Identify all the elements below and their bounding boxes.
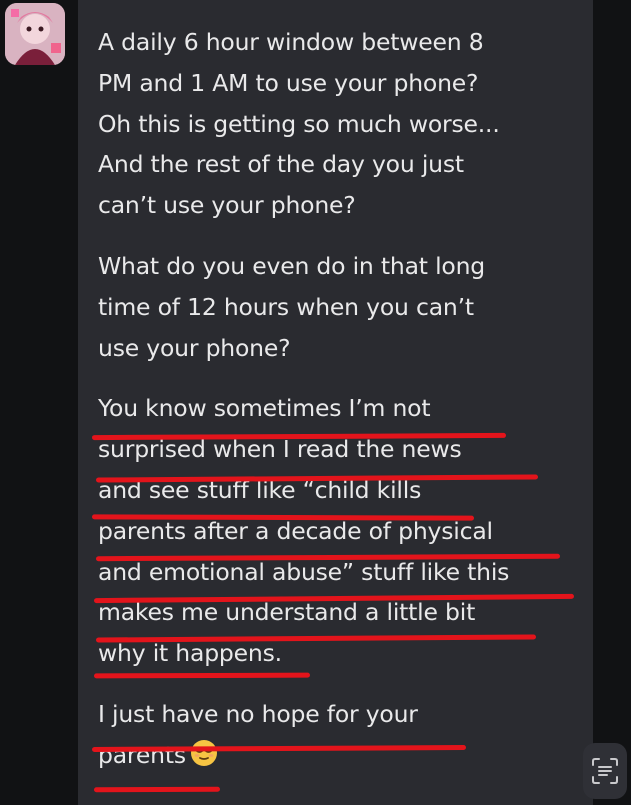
- message-line: time of 12 hours when you can’t: [98, 292, 474, 321]
- avatar[interactable]: [5, 3, 65, 65]
- message-line: I just have no hope for your: [98, 699, 418, 728]
- message-line: You know sometimes I’m not: [98, 394, 431, 423]
- message-paragraph: You know sometimes I’m not surprised whe…: [98, 388, 578, 674]
- message-line: can’t use your phone?: [98, 191, 356, 220]
- message-line-with-emoji: parents: [98, 735, 578, 776]
- relieved-face-icon: [190, 739, 217, 766]
- message-line: What do you even do in that long: [98, 251, 485, 280]
- message-line: use your phone?: [98, 333, 291, 362]
- message-line: PM and 1 AM to use your phone?: [98, 68, 479, 97]
- underline-mark: [93, 786, 221, 793]
- message-line: And the rest of the day you just: [98, 150, 464, 179]
- scan-text-button[interactable]: [583, 743, 627, 799]
- message-paragraph: What do you even do in that long time of…: [98, 246, 578, 368]
- chat-screen: A daily 6 hour window between 8 PM and 1…: [0, 0, 631, 805]
- avatar-image: [5, 3, 65, 65]
- message-line-text: parents: [98, 740, 186, 769]
- message-line: A daily 6 hour window between 8: [98, 28, 484, 56]
- scan-text-icon: [592, 758, 618, 784]
- message-text: A daily 6 hour window between 8 PM and 1…: [98, 22, 578, 776]
- message-paragraph: I just have no hope for your parents: [98, 694, 578, 776]
- message-line: Oh this is getting so much worse...: [98, 109, 500, 138]
- message-paragraph: A daily 6 hour window between 8 PM and 1…: [98, 22, 578, 226]
- underline-mark: [93, 672, 311, 679]
- message-bubble: A daily 6 hour window between 8 PM and 1…: [78, 0, 593, 805]
